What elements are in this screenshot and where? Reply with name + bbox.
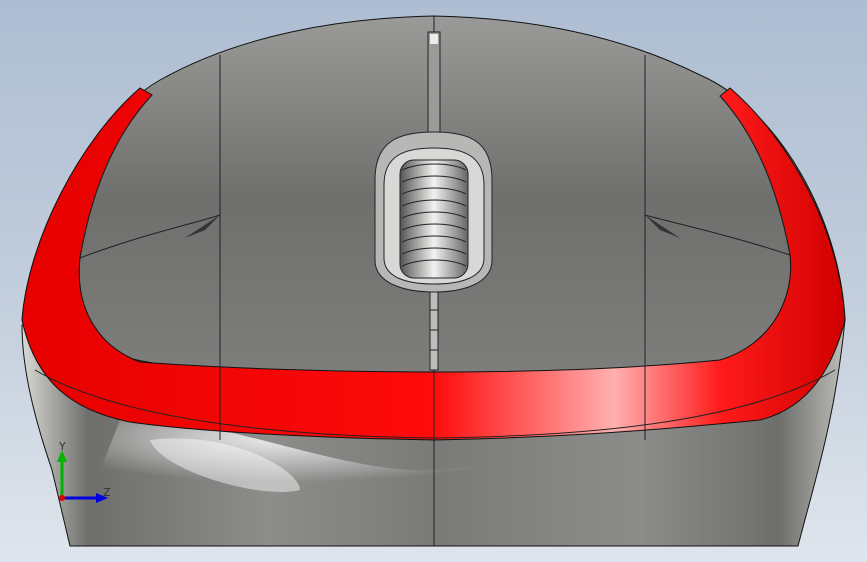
x-axis-dot: [59, 495, 65, 501]
z-axis-label: Z: [103, 486, 111, 499]
y-axis-label: Y: [59, 440, 66, 453]
coordinate-triad: Y Z: [52, 440, 112, 510]
mouse-3d-model[interactable]: [0, 0, 867, 562]
scroll-wheel: [399, 159, 469, 279]
center-slot: [427, 31, 441, 143]
cad-viewport[interactable]: Y Z: [0, 0, 867, 562]
